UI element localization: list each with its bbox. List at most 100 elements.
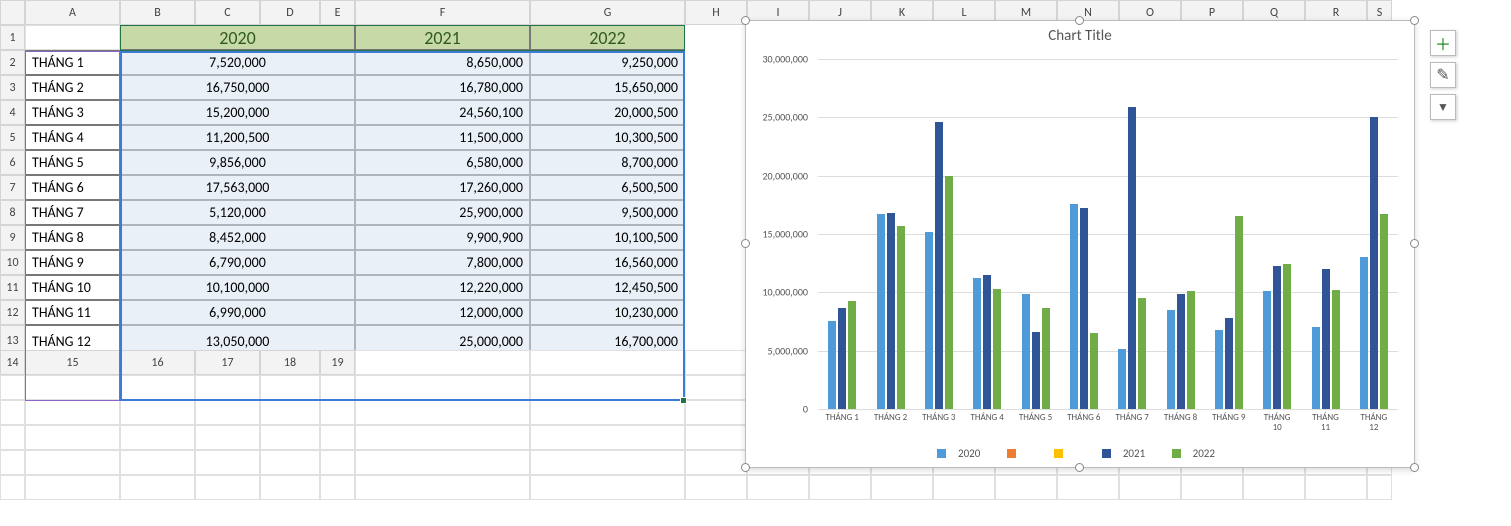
cell-header-2022[interactable]: 2022 <box>530 25 685 50</box>
cell-C15[interactable] <box>530 375 685 400</box>
col-B[interactable]: B <box>120 0 195 25</box>
cell-2022-1[interactable]: 9,250,000 <box>530 50 685 75</box>
col-G[interactable]: G <box>530 0 685 25</box>
row-1[interactable]: 1 <box>0 25 25 50</box>
bar-2021-4[interactable] <box>983 275 991 409</box>
bar-2021-7[interactable] <box>1128 107 1136 409</box>
cell-header-2020[interactable]: 2020 <box>120 25 355 50</box>
cell-R15[interactable] <box>120 400 195 425</box>
cell-2021-8[interactable]: 9,900,900 <box>355 225 530 250</box>
chart-filters-button[interactable]: ▼ <box>1430 94 1456 120</box>
row-5[interactable]: 5 <box>0 125 25 150</box>
cell-2020-4[interactable]: 11,200,500 <box>120 125 355 150</box>
cell-P19[interactable] <box>1181 475 1243 500</box>
cell-2022-9[interactable]: 16,560,000 <box>530 250 685 275</box>
cell-D17[interactable] <box>355 425 530 450</box>
cell-K19[interactable] <box>871 475 933 500</box>
bar-2020-2[interactable] <box>877 214 885 409</box>
cell-C17[interactable] <box>320 425 355 450</box>
row-8[interactable]: 8 <box>0 200 25 225</box>
bar-2021-1[interactable] <box>838 308 846 409</box>
row-2[interactable]: 2 <box>0 50 25 75</box>
bar-2022-1[interactable] <box>848 301 856 409</box>
bar-2022-9[interactable] <box>1235 216 1243 409</box>
cell-E18[interactable] <box>355 450 530 475</box>
cell-D16[interactable] <box>530 400 685 425</box>
bar-2022-2[interactable] <box>897 226 905 409</box>
cell-header-2021[interactable]: 2021 <box>355 25 530 50</box>
bar-2022-11[interactable] <box>1332 290 1340 409</box>
cell-month-9[interactable]: THÁNG 9 <box>25 250 120 275</box>
cell-month-1[interactable]: THÁNG 1 <box>25 50 120 75</box>
cell-S18[interactable] <box>0 475 25 500</box>
cell-E19[interactable] <box>320 475 355 500</box>
cell-L19[interactable] <box>933 475 995 500</box>
cell-2021-9[interactable]: 7,800,000 <box>355 250 530 275</box>
cell-2022-7[interactable]: 9,500,000 <box>530 200 685 225</box>
cell-J19[interactable] <box>809 475 871 500</box>
cell-2022-11[interactable]: 10,230,000 <box>530 300 685 325</box>
cell-month-2[interactable]: THÁNG 2 <box>25 75 120 100</box>
bar-2022-7[interactable] <box>1138 298 1146 409</box>
cell-2022-2[interactable]: 15,650,000 <box>530 75 685 100</box>
cell-2021-10[interactable]: 12,220,000 <box>355 275 530 300</box>
bar-2020-4[interactable] <box>973 278 981 409</box>
cell-2020-3[interactable]: 15,200,000 <box>120 100 355 125</box>
cell-A18[interactable] <box>120 450 195 475</box>
bar-2022-3[interactable] <box>945 176 953 409</box>
bar-2021-5[interactable] <box>1032 332 1040 409</box>
cell-B19[interactable] <box>120 475 195 500</box>
cell-C14[interactable] <box>685 350 747 375</box>
cell-R19[interactable] <box>1305 475 1367 500</box>
col-D[interactable]: D <box>260 0 320 25</box>
cell-2021-5[interactable]: 6,580,000 <box>355 150 530 175</box>
cell-month-10[interactable]: THÁNG 10 <box>25 275 120 300</box>
cell-2020-5[interactable]: 9,856,000 <box>120 150 355 175</box>
bar-2021-12[interactable] <box>1370 117 1378 409</box>
cell-S17[interactable] <box>25 450 120 475</box>
col-A[interactable]: A <box>25 0 120 25</box>
bar-2021-2[interactable] <box>887 213 895 409</box>
cell-Q19[interactable] <box>1243 475 1305 500</box>
cell-2021-4[interactable]: 11,500,000 <box>355 125 530 150</box>
chart-plot-area[interactable] <box>818 59 1398 409</box>
bar-2021-8[interactable] <box>1177 294 1185 410</box>
cell-R14[interactable] <box>195 375 260 400</box>
cell-2021-6[interactable]: 17,260,000 <box>355 175 530 200</box>
cell-C19[interactable] <box>195 475 260 500</box>
cell-2020-7[interactable]: 5,120,000 <box>120 200 355 225</box>
cell-E17[interactable] <box>530 425 685 450</box>
col-H[interactable]: H <box>685 0 747 25</box>
bar-2021-10[interactable] <box>1273 266 1281 409</box>
cell-month-4[interactable]: THÁNG 4 <box>25 125 120 150</box>
cell-N19[interactable] <box>1057 475 1119 500</box>
chart-styles-button[interactable]: ✎ <box>1430 62 1456 88</box>
select-all-corner[interactable] <box>0 0 25 25</box>
cell-R16[interactable] <box>25 425 120 450</box>
bar-2020-5[interactable] <box>1022 294 1030 409</box>
bar-2021-11[interactable] <box>1322 269 1330 409</box>
bar-2022-4[interactable] <box>993 289 1001 409</box>
bar-2020-9[interactable] <box>1215 330 1223 409</box>
cell-B16[interactable] <box>320 400 355 425</box>
cell-2020-6[interactable]: 17,563,000 <box>120 175 355 200</box>
bar-2020-1[interactable] <box>828 321 836 409</box>
cell-S15[interactable] <box>195 400 260 425</box>
bar-2022-6[interactable] <box>1090 333 1098 409</box>
cell-D19[interactable] <box>260 475 320 500</box>
cell-B17[interactable] <box>260 425 320 450</box>
cell-2022-8[interactable]: 10,100,500 <box>530 225 685 250</box>
row-12[interactable]: 12 <box>0 300 25 325</box>
cell-P15[interactable] <box>0 400 25 425</box>
cell-O19[interactable] <box>1119 475 1181 500</box>
cell-2021-1[interactable]: 8,650,000 <box>355 50 530 75</box>
row-6[interactable]: 6 <box>0 150 25 175</box>
cell-P14[interactable] <box>25 375 120 400</box>
bar-2020-8[interactable] <box>1167 310 1175 409</box>
cell-month-8[interactable]: THÁNG 8 <box>25 225 120 250</box>
bar-2022-5[interactable] <box>1042 308 1050 410</box>
bar-2020-11[interactable] <box>1312 327 1320 409</box>
row-17[interactable]: 17 <box>195 350 260 375</box>
row-16[interactable]: 16 <box>120 350 195 375</box>
cell-I19[interactable] <box>747 475 809 500</box>
